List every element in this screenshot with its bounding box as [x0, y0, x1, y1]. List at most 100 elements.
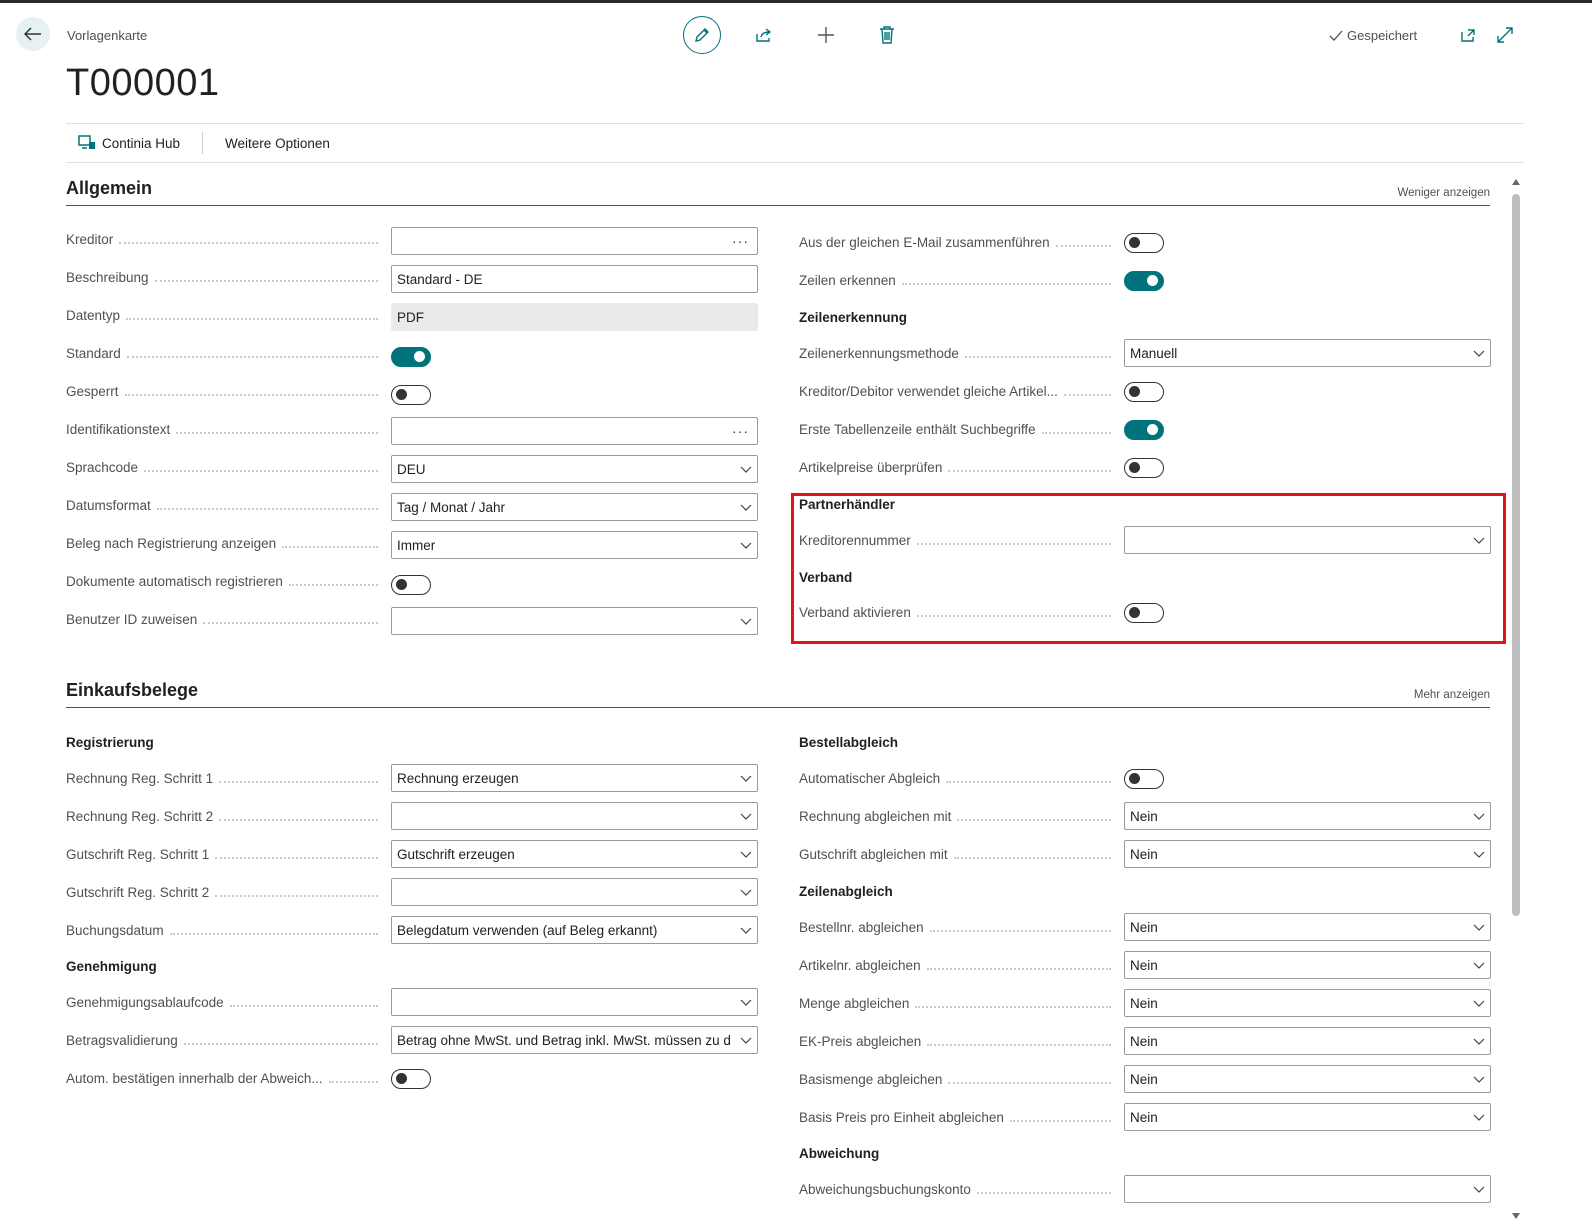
scroll-down-arrow-icon[interactable] [1511, 1212, 1521, 1220]
continia-hub-action[interactable]: Continia Hub [66, 132, 192, 154]
datumsformat-select[interactable]: Tag / Monat / Jahr [391, 493, 758, 521]
datentyp-field: PDF [391, 303, 758, 331]
gut-schritt1-select[interactable]: Gutschrift erzeugen [391, 840, 758, 868]
bestellnr-select[interactable]: Nein [1124, 913, 1491, 941]
save-status: Gespeichert [1329, 28, 1417, 43]
open-new-window-button[interactable] [1449, 16, 1487, 54]
chevron-down-icon [739, 995, 753, 1009]
beschreibung-field[interactable]: Standard - DE [391, 265, 758, 293]
row-buchungsdatum: Buchungsdatum [66, 915, 384, 945]
ellipsis-icon[interactable]: ··· [732, 233, 753, 249]
row-gleiche-artikel: Kreditor/Debitor verwendet gleiche Artik… [799, 376, 1117, 406]
row-datumsformat: Datumsformat [66, 490, 384, 520]
show-less-link[interactable]: Weniger anzeigen [1398, 187, 1491, 199]
trash-icon [880, 26, 894, 44]
share-button[interactable] [745, 16, 783, 54]
field-label: Rechnung Reg. Schritt 2 [66, 809, 384, 824]
pencil-icon [695, 28, 709, 42]
artikelnr-select[interactable]: Nein [1124, 951, 1491, 979]
edit-button[interactable] [683, 16, 721, 54]
field-label: Rechnung abgleichen mit [799, 809, 1117, 824]
more-options-action[interactable]: Weitere Optionen [202, 132, 342, 154]
rech-schritt2-select[interactable] [391, 802, 758, 830]
zeilen-erkennen-toggle[interactable] [1124, 271, 1164, 291]
ekpreis-select[interactable]: Nein [1124, 1027, 1491, 1055]
artikelpreise-toggle[interactable] [1124, 458, 1164, 478]
email-zusammen-toggle[interactable] [1124, 233, 1164, 253]
field-label: Gutschrift abgleichen mit [799, 847, 1117, 862]
row-autom-bestaetigen: Autom. bestätigen innerhalb der Abweich.… [66, 1063, 384, 1093]
plus-icon [818, 27, 834, 43]
gut-schritt2-select[interactable] [391, 878, 758, 906]
menge-select[interactable]: Nein [1124, 989, 1491, 1017]
expand-icon [1497, 27, 1513, 43]
continia-hub-label: Continia Hub [102, 135, 181, 151]
row-gut-schritt1: Gutschrift Reg. Schritt 1 [66, 839, 384, 869]
rech-schritt1-select[interactable]: Rechnung erzeugen [391, 764, 758, 792]
continia-hub-icon [78, 135, 95, 149]
chevron-down-icon [1472, 958, 1486, 972]
sprachcode-select[interactable]: DEU [391, 455, 758, 483]
field-label: Datumsformat [66, 498, 384, 513]
betragsvalidierung-select[interactable]: Betrag ohne MwSt. und Betrag inkl. MwSt.… [391, 1026, 758, 1054]
field-label: Dokumente automatisch registrieren [66, 574, 384, 589]
row-gesperrt: Gesperrt [66, 376, 384, 406]
gleiche-artikel-toggle[interactable] [1124, 382, 1164, 402]
auto-abgleich-toggle[interactable] [1124, 769, 1164, 789]
field-label: Sprachcode [66, 460, 384, 475]
delete-button[interactable] [868, 16, 906, 54]
expand-button[interactable] [1486, 16, 1524, 54]
rechnung-mit-select[interactable]: Nein [1124, 802, 1491, 830]
buchungsdatum-select[interactable]: Belegdatum verwenden (auf Beleg erkannt) [391, 916, 758, 944]
beleg-anzeigen-select[interactable]: Immer [391, 531, 758, 559]
row-methode: Zeilenerkennungsmethode [799, 338, 1117, 368]
row-email-zusammen: Aus der gleichen E-Mail zusammenführen [799, 227, 1117, 257]
open-in-new-window-icon [1461, 29, 1475, 42]
field-label: Benutzer ID zuweisen [66, 612, 384, 627]
field-label: Aus der gleichen E-Mail zusammenführen [799, 235, 1117, 250]
erste-zeile-toggle[interactable] [1124, 420, 1164, 440]
chevron-down-icon [739, 462, 753, 476]
field-label: Rechnung Reg. Schritt 1 [66, 771, 384, 786]
basismenge-select[interactable]: Nein [1124, 1065, 1491, 1093]
row-bestellnr: Bestellnr. abgleichen [799, 912, 1117, 942]
kreditor-field[interactable]: ··· [391, 227, 758, 255]
standard-toggle[interactable] [391, 347, 431, 367]
field-label: Genehmigungsablaufcode [66, 995, 384, 1010]
show-more-link[interactable]: Mehr anzeigen [1414, 689, 1490, 701]
save-status-label: Gespeichert [1347, 28, 1418, 43]
group-registrierung: Registrierung [66, 735, 154, 750]
back-button[interactable] [16, 17, 50, 51]
identifikationstext-field[interactable]: ··· [391, 417, 758, 445]
basispreis-select[interactable]: Nein [1124, 1103, 1491, 1131]
methode-select[interactable]: Manuell [1124, 339, 1491, 367]
benutzer-id-select[interactable] [391, 607, 758, 635]
field-label: Zeilenerkennungsmethode [799, 346, 1117, 361]
autom-bestaetigen-toggle[interactable] [391, 1069, 431, 1089]
abweichungskonto-select[interactable] [1124, 1175, 1491, 1203]
row-gutschrift-mit: Gutschrift abgleichen mit [799, 839, 1117, 869]
chevron-down-icon [739, 809, 753, 823]
scroll-up-arrow-icon[interactable] [1511, 178, 1521, 186]
chevron-down-icon [739, 1033, 753, 1047]
gesperrt-toggle[interactable] [391, 385, 431, 405]
field-label: Gutschrift Reg. Schritt 1 [66, 847, 384, 862]
scrollbar-thumb[interactable] [1512, 194, 1520, 916]
add-button[interactable] [807, 16, 845, 54]
ablaufcode-select[interactable] [391, 988, 758, 1016]
chevron-down-icon [739, 538, 753, 552]
field-label: Basis Preis pro Einheit abgleichen [799, 1110, 1117, 1125]
gutschrift-mit-select[interactable]: Nein [1124, 840, 1491, 868]
row-beleg-anzeigen: Beleg nach Registrierung anzeigen [66, 528, 384, 558]
row-benutzer-id: Benutzer ID zuweisen [66, 604, 384, 634]
arrow-left-icon [24, 27, 41, 41]
auto-registrieren-toggle[interactable] [391, 575, 431, 595]
field-label: Basismenge abgleichen [799, 1072, 1117, 1087]
field-label: Standard [66, 346, 384, 361]
group-bestellabgleich: Bestellabgleich [799, 735, 899, 750]
chevron-down-icon [1472, 1034, 1486, 1048]
section-title-allgemein: Allgemein [66, 178, 153, 198]
chevron-down-icon [1472, 1182, 1486, 1196]
row-auto-abgleich: Automatischer Abgleich [799, 763, 1117, 793]
ellipsis-icon[interactable]: ··· [732, 423, 753, 439]
